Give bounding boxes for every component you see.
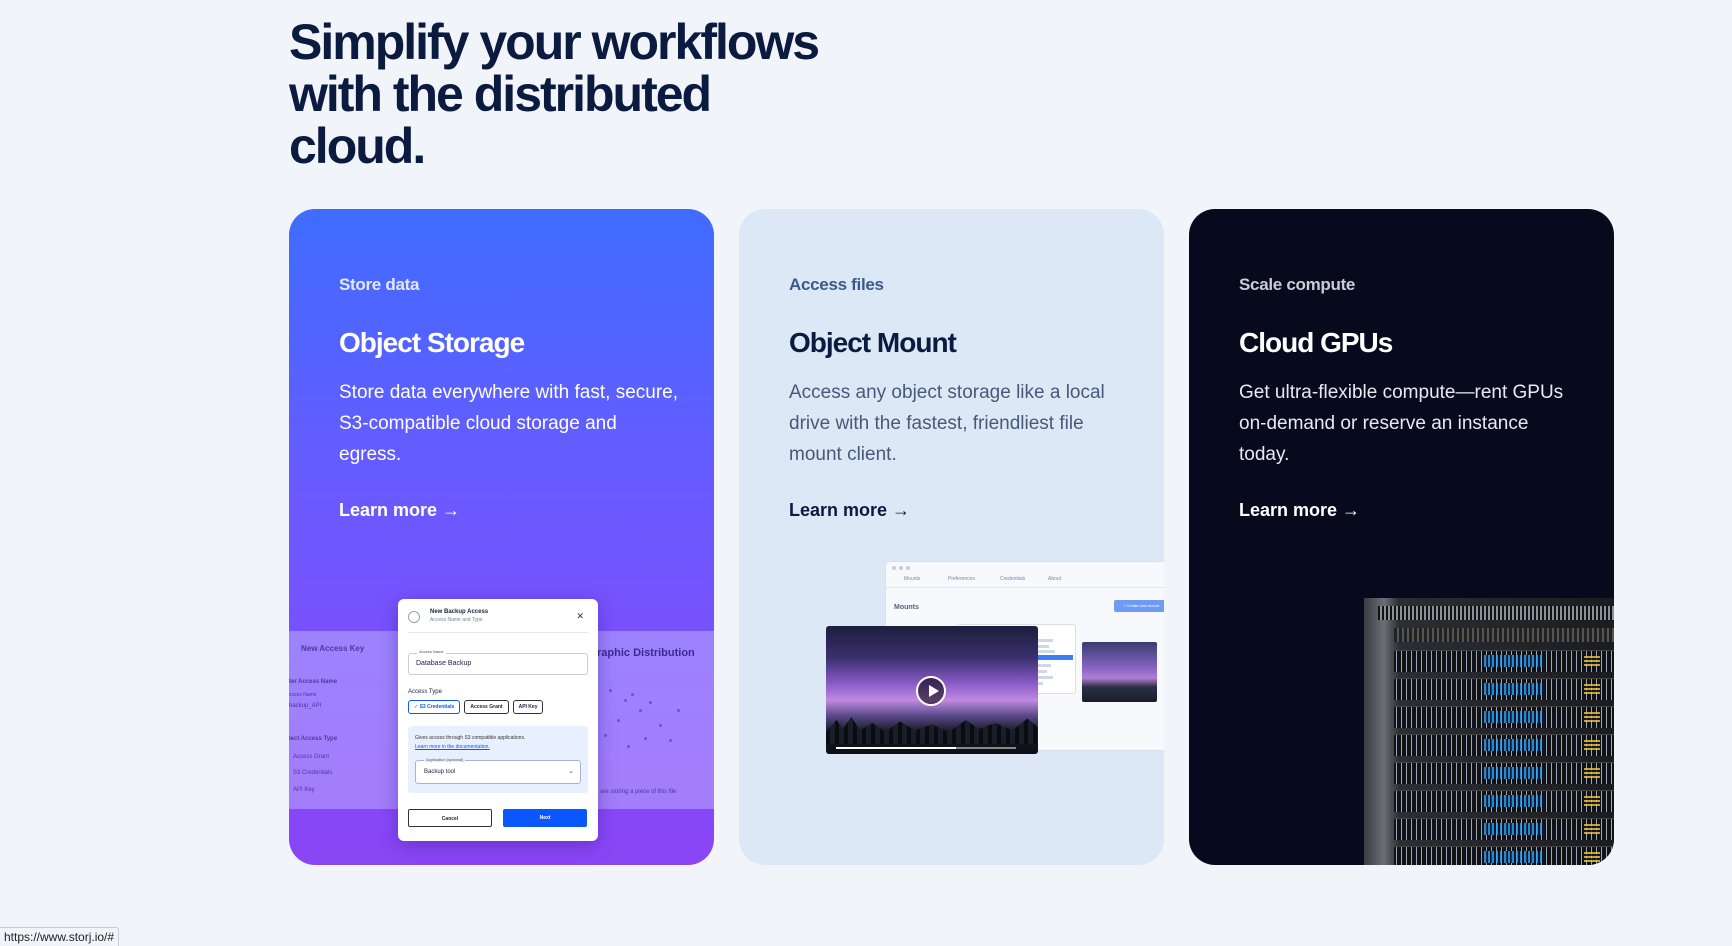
info-box: Gives access through S3 compatible appli…	[408, 726, 588, 793]
cancel-button[interactable]: Cancel	[408, 809, 492, 827]
tree-silhouette	[826, 717, 1038, 744]
video-progress[interactable]	[836, 747, 1016, 749]
create-mount-button[interactable]: + Create new mount	[1114, 600, 1164, 612]
mockup-bg-label: are storing a piece of this file	[600, 789, 677, 795]
tab-mounts[interactable]: Mounts	[904, 576, 920, 582]
mockup-bg-label: lect Access Type	[289, 736, 338, 742]
chip-access-grant[interactable]: Access Grant	[464, 700, 509, 714]
card-description: Access any object storage like a local d…	[789, 382, 1105, 465]
section-title: Mounts	[894, 604, 919, 611]
card-description: Get ultra-flexible compute—rent GPUs on-…	[1239, 382, 1564, 465]
mockup-bg-label: raphic Distribution	[597, 647, 695, 659]
access-type-options: ✓ S3 Credentials Access Grant API Key	[408, 700, 544, 714]
status-bar-url: https://www.storj.io/#	[0, 927, 120, 946]
card-eyebrow: Store data	[339, 275, 420, 294]
next-button[interactable]: Next	[503, 809, 587, 827]
field-label: Access Name	[417, 649, 446, 654]
tab-credentials[interactable]: Credentials	[1000, 576, 1025, 582]
mockup-bg-label: ter Access Name	[289, 679, 338, 685]
new-access-modal: New Backup Access Access Name and Type ✕…	[398, 599, 598, 841]
mockup-bg-label: API Key	[293, 787, 315, 793]
card-cloud-gpus: Scale compute Cloud GPUs Get ultra-flexi…	[1189, 209, 1614, 865]
info-text: Gives access through S3 compatible appli…	[415, 735, 526, 741]
learn-more-link[interactable]: Learn more →	[1239, 500, 1360, 521]
application-select[interactable]: Application (optional) Backup tool ⌄	[415, 757, 581, 784]
app-tabs: Mounts Preferences Credentials About	[886, 562, 1164, 588]
chip-api-key[interactable]: API Key	[512, 700, 544, 714]
select-label: Application (optional)	[424, 757, 466, 762]
learn-more-link[interactable]: Learn more →	[789, 500, 910, 521]
card-object-mount: Access files Object Mount Access any obj…	[739, 209, 1164, 865]
aurora-thumbnail	[1082, 642, 1157, 702]
clock-icon	[408, 611, 420, 623]
card-title: Cloud GPUs	[1239, 327, 1393, 358]
card-eyebrow: Scale compute	[1239, 275, 1356, 294]
card-object-storage: Store data Object Storage Store data eve…	[289, 209, 714, 865]
video-player[interactable]	[826, 626, 1038, 754]
window-controls	[892, 566, 910, 570]
mockup-bg-label: backup_API	[289, 703, 322, 709]
modal-header: New Backup Access Access Name and Type ✕	[408, 609, 588, 633]
chip-s3-credentials[interactable]: ✓ S3 Credentials	[408, 700, 461, 714]
mockup-bg-label: S3 Credentials	[293, 770, 333, 776]
card-description: Store data everywhere with fast, secure,…	[339, 382, 678, 465]
close-icon[interactable]: ✕	[576, 611, 584, 622]
access-name-field[interactable]: Access Name Database Backup	[408, 649, 588, 675]
play-icon[interactable]	[916, 676, 946, 706]
mockup-bg-label: Access Grant	[293, 754, 330, 760]
mockup-bg-label: New Access Key	[301, 644, 365, 653]
modal-subtitle: Access Name and Type	[430, 617, 483, 623]
select-value: Backup tool	[424, 769, 456, 775]
docs-link[interactable]: Learn more in the documentation.	[415, 744, 490, 750]
page-headline: Simplify your workflows with the distrib…	[289, 14, 820, 174]
tab-preferences[interactable]: Preferences	[948, 576, 975, 582]
access-type-label: Access Type	[408, 689, 442, 695]
world-map-dots	[589, 679, 689, 759]
card-title: Object Mount	[789, 327, 957, 358]
learn-more-link[interactable]: Learn more →	[339, 500, 460, 521]
field-value: Database Backup	[416, 660, 472, 667]
tab-about[interactable]: About	[1048, 576, 1061, 582]
mockup-bg-label: ccess Name	[289, 692, 317, 698]
chevron-down-icon: ⌄	[568, 768, 574, 775]
card-eyebrow: Access files	[789, 275, 884, 294]
card-title: Object Storage	[339, 327, 525, 358]
modal-title: New Backup Access	[430, 609, 489, 615]
server-rack-image	[1364, 598, 1614, 865]
